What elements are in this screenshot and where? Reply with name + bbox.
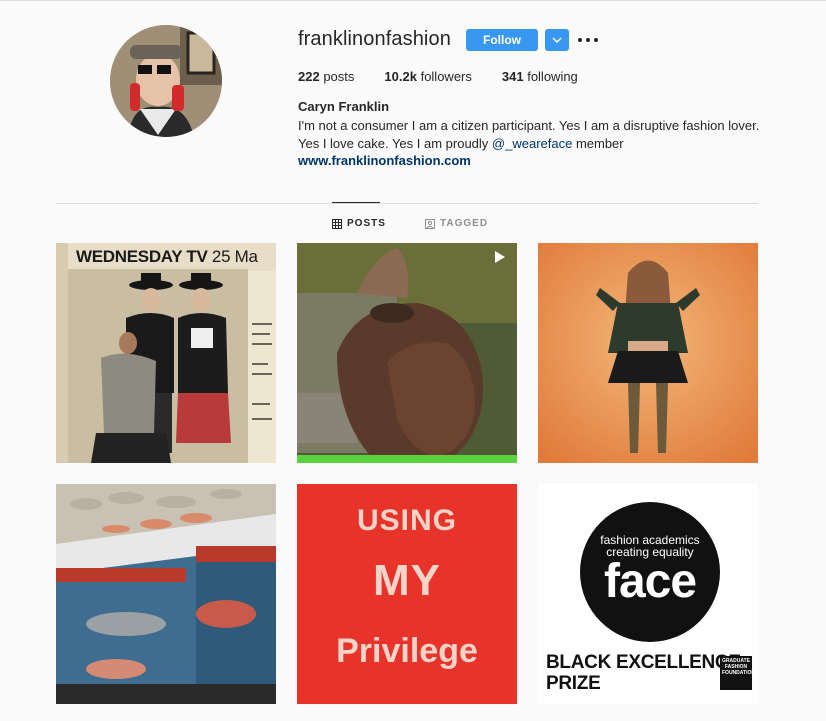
bio-line-2: Yes I love cake. Yes I am proudly @_wear… [298, 136, 624, 151]
profile-avatar[interactable] [110, 25, 222, 137]
profile-full-name: Caryn Franklin [298, 99, 390, 114]
post-tile-2[interactable] [297, 243, 517, 463]
top-border [0, 0, 826, 1]
bio-line-1: I'm not a consumer I am a citizen partic… [298, 118, 760, 133]
tile5-line2: MY [373, 556, 441, 605]
post-image-1 [56, 243, 276, 463]
tabs-divider [56, 203, 758, 204]
tile5-line1: USING [356, 504, 457, 537]
post-tile-6[interactable]: fashion academics creating equality face … [538, 484, 758, 704]
posts-stat: 222 posts [298, 69, 355, 84]
post-image-3 [538, 243, 758, 463]
post-image-2 [297, 243, 517, 463]
prize-title: BLACK EXCELLENCE PRIZE [546, 652, 741, 694]
profile-username: franklinonfashion [298, 28, 451, 50]
tab-posts[interactable]: POSTS [332, 218, 386, 229]
profile-bio: I'm not a consumer I am a citizen partic… [298, 117, 768, 153]
tab-tagged[interactable]: TAGGED [425, 218, 488, 229]
tag-icon [425, 218, 435, 229]
tile5-line3: Privilege [336, 632, 478, 670]
chevron-down-icon [552, 37, 562, 43]
face-logo-word: face [603, 555, 697, 608]
post-tile-1[interactable]: WEDNESDAY TV 25 Ma [56, 243, 276, 463]
follow-button[interactable]: Follow [466, 29, 538, 51]
bio-mention-link[interactable]: @_weareface [492, 136, 572, 151]
graduate-fashion-foundation-badge: GRADUATE FASHION FOUNDATION [720, 656, 755, 690]
post-tile-3[interactable] [538, 243, 758, 463]
followers-stat[interactable]: 10.2k followers [384, 69, 471, 84]
active-tab-indicator [332, 202, 380, 203]
suggestions-dropdown-button[interactable] [545, 29, 569, 51]
following-stat[interactable]: 341 following [502, 69, 578, 84]
tile1-heading: WEDNESDAY TV 25 Ma [76, 247, 258, 266]
grid-icon [332, 218, 342, 229]
profile-website-link[interactable]: www.franklinonfashion.com [298, 153, 471, 168]
post-tile-5[interactable]: USING MY Privilege [297, 484, 517, 704]
more-options-icon[interactable] [578, 32, 598, 48]
post-tile-4[interactable] [56, 484, 276, 704]
profile-stats: 222 posts 10.2k followers 341 following [298, 69, 608, 84]
post-image-4 [56, 484, 276, 704]
